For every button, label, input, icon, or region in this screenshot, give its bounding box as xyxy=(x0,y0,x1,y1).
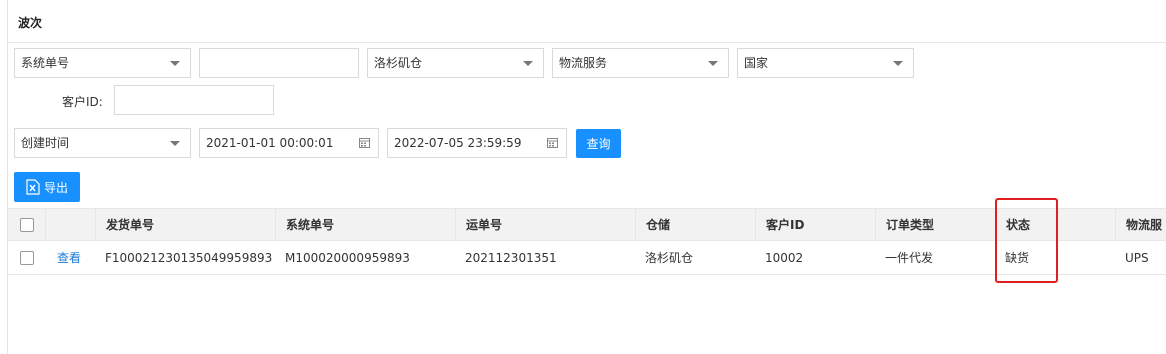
cell-logistics: UPS xyxy=(1125,250,1149,265)
divider xyxy=(8,42,1166,43)
status-highlight-box xyxy=(995,198,1058,283)
chevron-down-icon xyxy=(170,141,180,146)
select-all-checkbox[interactable] xyxy=(19,217,34,232)
start-time-input[interactable]: 2021-01-01 00:00:01 xyxy=(199,128,379,158)
warehouse-select[interactable]: 洛杉矶仓 xyxy=(367,48,544,78)
table-row: 查看 F100021230135049959893 M1000200009598… xyxy=(8,241,1166,275)
row-checkbox-cell xyxy=(8,241,45,274)
query-button[interactable]: 查询 xyxy=(576,129,621,158)
header-tracking-no: 运单号 xyxy=(455,209,635,240)
customer-id-input[interactable] xyxy=(114,85,274,115)
header-warehouse: 仓储 xyxy=(635,209,755,240)
chevron-down-icon xyxy=(893,61,903,66)
calendar-icon xyxy=(547,138,558,148)
time-type-select[interactable]: 创建时间 xyxy=(14,128,191,158)
end-time-value: 2022-07-05 23:59:59 xyxy=(394,136,522,150)
header-shipment-no: 发货单号 xyxy=(95,209,275,240)
cell-shipment-no: F100021230135049959893 xyxy=(105,250,273,265)
header-system-no: 系统单号 xyxy=(275,209,455,240)
logistics-placeholder: 物流服务 xyxy=(559,56,608,70)
number-type-select[interactable]: 系统单号 xyxy=(14,48,191,78)
cell-warehouse: 洛杉矶仓 xyxy=(645,251,694,265)
header-logistics: 物流服 xyxy=(1115,209,1166,240)
chevron-down-icon xyxy=(170,61,180,66)
customer-id-label: 客户ID: xyxy=(62,95,103,109)
export-button[interactable]: 导出 xyxy=(14,172,80,202)
header-checkbox-cell xyxy=(8,209,45,240)
chevron-down-icon xyxy=(523,61,533,66)
cell-order-type: 一件代发 xyxy=(885,251,934,265)
country-select[interactable]: 国家 xyxy=(737,48,914,78)
row-checkbox[interactable] xyxy=(19,250,34,265)
chevron-down-icon xyxy=(708,61,718,66)
number-type-value: 系统单号 xyxy=(21,56,70,70)
calendar-icon xyxy=(359,138,370,148)
end-time-input[interactable]: 2022-07-05 23:59:59 xyxy=(387,128,567,158)
header-order-type: 订单类型 xyxy=(875,209,995,240)
cell-customer-id: 10002 xyxy=(765,250,804,265)
cell-tracking-no: 202112301351 xyxy=(465,250,557,265)
country-placeholder: 国家 xyxy=(744,56,769,70)
logistics-select[interactable]: 物流服务 xyxy=(552,48,729,78)
number-input[interactable] xyxy=(199,48,359,78)
panel-title: 波次 xyxy=(18,16,43,30)
time-type-value: 创建时间 xyxy=(21,136,70,150)
warehouse-value: 洛杉矶仓 xyxy=(374,56,423,70)
view-link[interactable]: 查看 xyxy=(45,241,95,274)
export-label: 导出 xyxy=(43,180,68,195)
excel-icon xyxy=(26,179,40,195)
query-label: 查询 xyxy=(586,137,611,151)
table-header: 发货单号 系统单号 运单号 仓储 客户ID 订单类型 状态 物流服 xyxy=(8,208,1166,241)
header-customer-id: 客户ID xyxy=(755,209,875,240)
header-action xyxy=(45,209,95,240)
start-time-value: 2021-01-01 00:00:01 xyxy=(206,136,334,150)
cell-system-no: M100020000959893 xyxy=(285,250,410,265)
